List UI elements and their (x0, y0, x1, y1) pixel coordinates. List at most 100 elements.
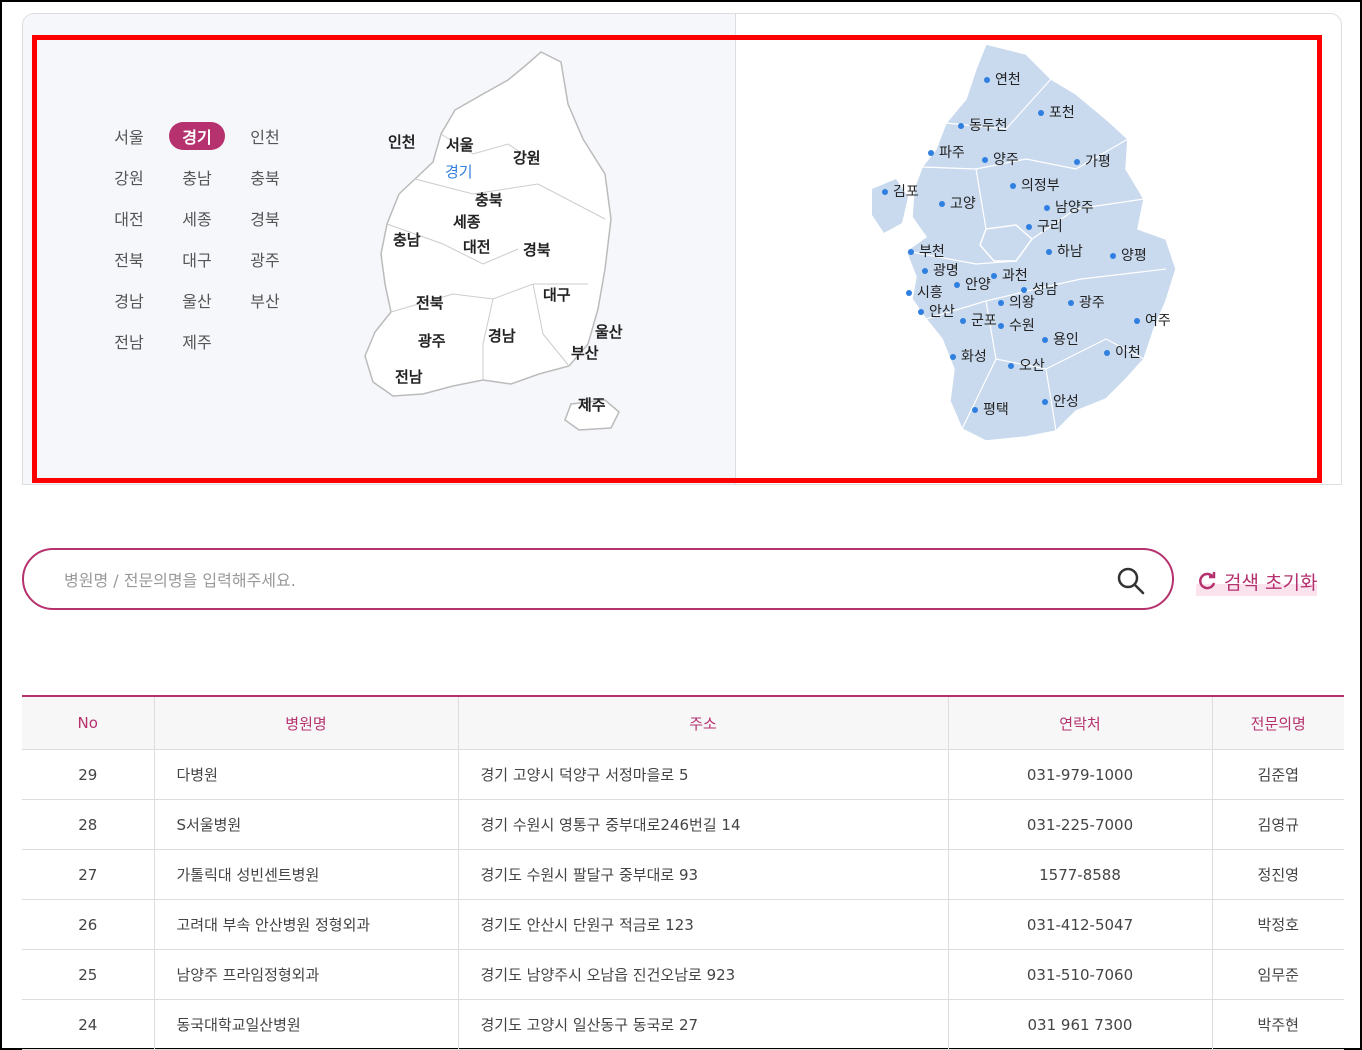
gyeonggi-map-label[interactable]: 안양 (954, 274, 991, 294)
cell-phone: 031 961 7300 (948, 999, 1213, 1050)
column-header-address: 주소 (458, 695, 949, 750)
cell-phone: 031-510-7060 (948, 949, 1213, 1000)
table-row[interactable]: 25 남양주 프라임정형외과 경기도 남양주시 오남읍 진건오남로 923 031-5… (22, 949, 1344, 1000)
korea-map-label[interactable]: 울산 (595, 321, 623, 342)
gyeonggi-map-pane: 연천 포천 동두천 파주 양주 가평 의정부 김포 고양 남양주 구리 부천 하남 양평 광명 과천 안양 시흥 성… (735, 14, 1341, 484)
region-item[interactable]: 경기 (169, 122, 225, 150)
cell-doctor: 박정호 (1212, 899, 1344, 950)
region-item[interactable]: 울산 (163, 286, 231, 314)
region-item[interactable]: 서울 (95, 122, 163, 150)
cell-address: 경기도 고양시 일산동구 동국로 27 (458, 999, 949, 1050)
region-item[interactable]: 인천 (231, 122, 299, 150)
region-item[interactable]: 경북 (231, 204, 299, 232)
korea-map-label[interactable]: 강원 (513, 147, 541, 168)
korea-map-label[interactable]: 서울 (446, 134, 474, 155)
korea-map-label[interactable]: 인천 (388, 131, 416, 152)
gyeonggi-map-label[interactable]: 양평 (1110, 245, 1147, 265)
gyeonggi-map-label[interactable]: 광주 (1068, 292, 1105, 312)
korea-map-label[interactable]: 충북 (475, 189, 503, 210)
gyeonggi-map-label[interactable]: 하남 (1046, 241, 1083, 261)
gyeonggi-map-label[interactable]: 안성 (1042, 391, 1079, 411)
gyeonggi-map-label[interactable]: 포천 (1038, 102, 1075, 122)
reset-search-button[interactable]: 검색 초기화 (1196, 566, 1318, 596)
region-item[interactable]: 충북 (231, 163, 299, 191)
gyeonggi-map-label[interactable]: 오산 (1008, 355, 1045, 375)
korea-map-label[interactable]: 대전 (463, 236, 491, 257)
region-item[interactable]: 대전 (95, 204, 163, 232)
cell-no: 24 (22, 999, 155, 1050)
gyeonggi-map-label[interactable]: 가평 (1074, 151, 1111, 171)
region-item[interactable]: 전남 (95, 327, 163, 355)
cell-address: 경기도 안산시 단원구 적금로 123 (458, 899, 949, 950)
cell-hospital[interactable]: 다병원 (154, 749, 459, 800)
table-row[interactable]: 28 S서울병원 경기 수원시 영통구 중부대로246번길 14 031-225-70… (22, 799, 1344, 850)
cell-hospital[interactable]: 가톨릭대 성빈센트병원 (154, 849, 459, 900)
korea-map-label[interactable]: 전남 (395, 366, 423, 387)
gyeonggi-map-label[interactable]: 평택 (972, 399, 1009, 419)
cell-no: 26 (22, 899, 155, 950)
gyeonggi-map-label[interactable]: 용인 (1042, 329, 1079, 349)
cell-no: 29 (22, 749, 155, 800)
region-list: 서울 경기 인천강원 충남 충북대전 세종 경북전북 대구 광주경남 울산 부산전남 제주 (95, 122, 299, 355)
column-header-phone: 연락처 (948, 695, 1213, 750)
region-item[interactable]: 전북 (95, 245, 163, 273)
cell-address: 경기 고양시 덕양구 서정마을로 5 (458, 749, 949, 800)
table-row[interactable]: 24 동국대학교일산병원 경기도 고양시 일산동구 동국로 27 031 961 73… (22, 999, 1344, 1050)
gyeonggi-map-label[interactable]: 고양 (939, 193, 976, 213)
table-row[interactable]: 26 고려대 부속 안산병원 정형외과 경기도 안산시 단원구 적금로 123 031… (22, 899, 1344, 950)
hospital-table: No 병원명 주소 연락처 전문의명 29 다병원 경기 고양시 덕양구 서정마을로… (22, 695, 1344, 1050)
cell-address: 경기 수원시 영통구 중부대로246번길 14 (458, 799, 949, 850)
gyeonggi-map-label[interactable]: 안산 (918, 301, 955, 321)
korea-map-label[interactable]: 충남 (393, 229, 421, 250)
region-item[interactable]: 강원 (95, 163, 163, 191)
cell-no: 27 (22, 849, 155, 900)
gyeonggi-map-label[interactable]: 연천 (984, 69, 1021, 89)
cell-hospital[interactable]: 동국대학교일산병원 (154, 999, 459, 1050)
table-row[interactable]: 27 가톨릭대 성빈센트병원 경기도 수원시 팔달구 중부대로 93 1577-858… (22, 849, 1344, 900)
cell-no: 25 (22, 949, 155, 1000)
cell-hospital[interactable]: 고려대 부속 안산병원 정형외과 (154, 899, 459, 950)
cell-phone: 1577-8588 (948, 849, 1213, 900)
region-item[interactable]: 세종 (163, 204, 231, 232)
region-item[interactable]: 충남 (163, 163, 231, 191)
cell-address: 경기도 남양주시 오남읍 진건오남로 923 (458, 949, 949, 1000)
korea-map-label[interactable]: 경기 (445, 161, 473, 182)
gyeonggi-map-label[interactable]: 수원 (998, 315, 1035, 335)
gyeonggi-map-label[interactable]: 부천 (908, 241, 945, 261)
gyeonggi-map-label[interactable]: 남양주 (1044, 197, 1094, 217)
region-item[interactable]: 광주 (231, 245, 299, 273)
gyeonggi-map-label[interactable]: 양주 (982, 149, 1019, 169)
search-input[interactable] (62, 565, 1066, 595)
cell-phone: 031-225-7000 (948, 799, 1213, 850)
korea-map-label[interactable]: 부산 (571, 342, 599, 363)
gyeonggi-map-label[interactable]: 군포 (960, 310, 997, 330)
gyeonggi-map-label[interactable]: 의왕 (998, 292, 1035, 312)
table-row[interactable]: 29 다병원 경기 고양시 덕양구 서정마을로 5 031-979-1000 김준엽 (22, 749, 1344, 800)
korea-map-label[interactable]: 세종 (453, 211, 481, 232)
gyeonggi-map-label[interactable]: 이천 (1104, 342, 1141, 362)
cell-hospital[interactable]: 남양주 프라임정형외과 (154, 949, 459, 1000)
search-icon[interactable] (1114, 564, 1148, 598)
korea-map-label[interactable]: 전북 (416, 292, 444, 313)
gyeonggi-map-label[interactable]: 구리 (1026, 216, 1063, 236)
korea-map-label[interactable]: 제주 (578, 394, 606, 415)
reset-search-label: 검색 초기화 (1224, 571, 1318, 594)
korea-map-label[interactable]: 경남 (488, 325, 516, 346)
gyeonggi-map-label[interactable]: 화성 (950, 346, 987, 366)
region-item[interactable]: 제주 (163, 327, 231, 355)
region-item[interactable]: 대구 (163, 245, 231, 273)
gyeonggi-map-label[interactable]: 시흥 (906, 282, 943, 302)
region-item[interactable]: 부산 (231, 286, 299, 314)
korea-map-label[interactable]: 대구 (543, 284, 571, 305)
korea-map-label[interactable]: 광주 (418, 330, 446, 351)
korea-map-label[interactable]: 경북 (523, 239, 551, 260)
gyeonggi-map-label[interactable]: 의정부 (1010, 175, 1060, 195)
gyeonggi-map-label[interactable]: 김포 (882, 181, 919, 201)
gyeonggi-map-label[interactable]: 동두천 (958, 115, 1008, 135)
gyeonggi-map-label[interactable]: 여주 (1134, 310, 1171, 330)
korea-map-pane: 서울 경기 인천 강원 충남 충북 대전 세종 경북 전북 대구 광주 경남 울산 부산 전남 제주 인천 서울 강… (23, 14, 735, 484)
region-item[interactable]: 경남 (95, 286, 163, 314)
column-header-hospital: 병원명 (154, 695, 459, 750)
cell-hospital[interactable]: S서울병원 (154, 799, 459, 850)
gyeonggi-map-label[interactable]: 파주 (928, 142, 965, 162)
